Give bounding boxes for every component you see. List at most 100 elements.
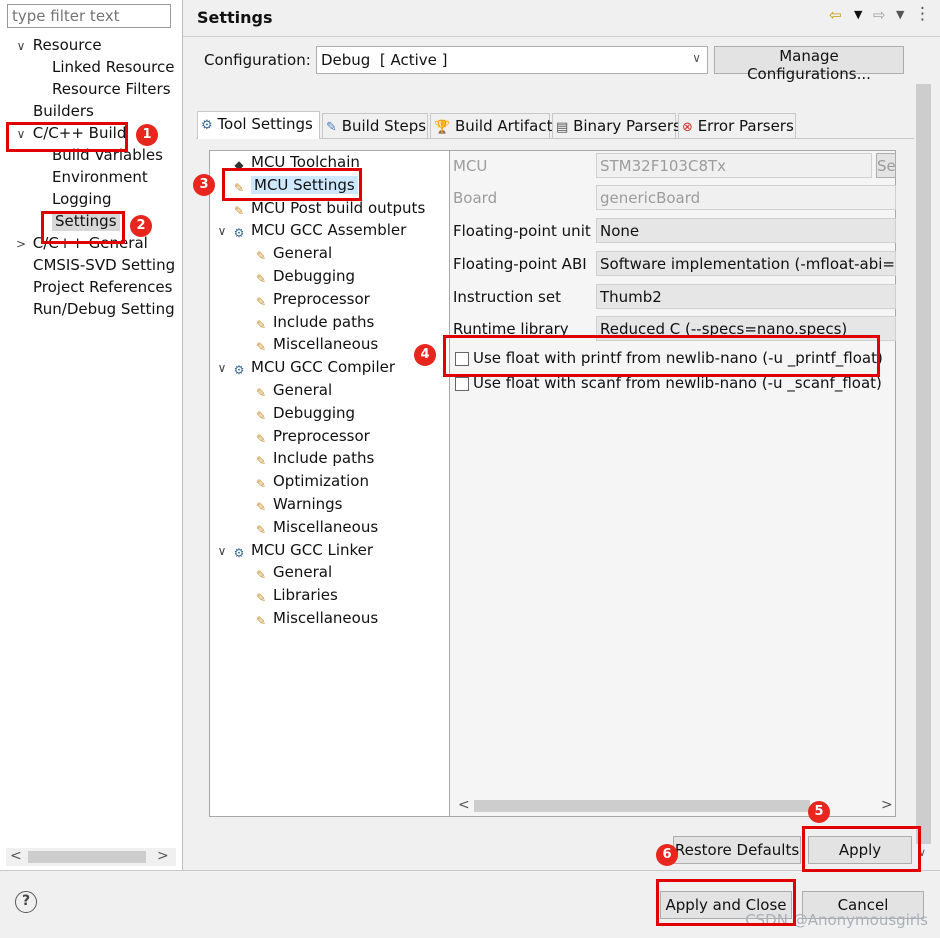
filter-input[interactable] [7, 4, 171, 28]
printf-float-checkbox[interactable] [455, 352, 469, 366]
tab-build-artifact[interactable]: 🏆 Build Artifact [430, 113, 552, 138]
back-menu-icon[interactable]: ▼ [854, 8, 862, 21]
forward-arrow-icon[interactable]: ⇨ [873, 6, 886, 24]
tree-item[interactable]: ✎ Preprocessor [213, 288, 447, 311]
tree-item[interactable]: ✎ Miscellaneous [213, 607, 447, 630]
nav-item-builders[interactable]: Builders [14, 100, 179, 122]
scroll-right-icon[interactable]: > [157, 848, 169, 864]
nav-item-environment[interactable]: Environment [14, 166, 179, 188]
tree-item[interactable]: ✎ General [213, 242, 447, 265]
chevron-down-icon[interactable]: ∨ [14, 35, 28, 57]
forward-menu-icon[interactable]: ▼ [896, 8, 904, 21]
page-header: Settings ⇦ ▼ ⇨ ▼ ⋮ [183, 0, 940, 37]
tree-item[interactable]: ✎ General [213, 561, 447, 584]
configuration-label: Configuration: [204, 51, 311, 69]
chevron-down-icon[interactable]: ∨ [213, 357, 231, 380]
back-arrow-icon[interactable]: ⇦ [829, 6, 842, 24]
chip-icon: ◆ [234, 158, 244, 172]
tree-item[interactable]: ✎ General [213, 379, 447, 402]
tree-item[interactable]: ✎ Include paths [213, 311, 447, 334]
scroll-left-icon[interactable]: < [458, 797, 470, 813]
chevron-down-icon[interactable]: ∨ [213, 540, 231, 563]
view-menu-icon[interactable]: ⋮ [914, 4, 931, 24]
chevron-down-icon[interactable]: ∨ [213, 220, 231, 243]
annotation-badge: 5 [808, 801, 830, 823]
wrench-icon: ✎ [233, 203, 245, 218]
wrench-icon: ✎ [255, 249, 267, 264]
manage-configurations-button[interactable]: Manage Configurations... [714, 46, 904, 83]
runtime-library-select[interactable]: Reduced C (--specs=nano.specs) [596, 316, 896, 341]
tab-build-steps[interactable]: ✎ Build Steps [322, 113, 428, 138]
scanf-float-checkbox[interactable] [455, 377, 469, 391]
configuration-select[interactable]: Debug [ Active ] ∨ [316, 46, 708, 74]
nav-item-logging[interactable]: Logging [14, 188, 179, 210]
tree-item[interactable]: ✎ Debugging [213, 265, 447, 288]
float-abi-select[interactable]: Software implementation (-mfloat-abi=so [596, 251, 896, 276]
nav-item-settings[interactable]: Settings [14, 210, 179, 232]
document-icon: ▤ [556, 120, 569, 135]
board-field: genericBoard [596, 185, 896, 210]
wrench-icon: ✎ [255, 271, 267, 286]
runtime-library-label: Runtime library [453, 320, 569, 338]
nav-horizontal-scrollbar[interactable]: < > [6, 848, 176, 866]
float-abi-label: Floating-point ABI [453, 255, 587, 273]
nav-item-linked-resource[interactable]: Linked Resource [14, 56, 179, 78]
tab-binary-parsers[interactable]: ▤ Binary Parsers [552, 113, 681, 138]
page-title: Settings [197, 8, 273, 27]
tree-item[interactable]: ∨ ⚙ MCU GCC Compiler [213, 356, 447, 379]
wrench-icon: ✎ [255, 317, 267, 332]
instruction-set-label: Instruction set [453, 288, 561, 306]
tree-item[interactable]: ✎ Miscellaneous [213, 516, 447, 539]
error-icon: ⊗ [682, 120, 693, 135]
apply-button[interactable]: Apply [808, 836, 912, 864]
instruction-set-select[interactable]: Thumb2 [596, 284, 896, 309]
nav-item-build-variables[interactable]: Build Variables [14, 144, 179, 166]
nav-item-project-references[interactable]: Project References [14, 276, 179, 298]
tree-item[interactable]: ∨ ⚙ MCU GCC Linker [213, 539, 447, 562]
wrench-icon: ✎ [255, 568, 267, 583]
wrench-icon: ✎ [255, 613, 267, 628]
tree-item[interactable]: ✎ MCU Settings [213, 174, 447, 197]
wrench-icon: ✎ [255, 591, 267, 606]
tree-item[interactable]: ∨ ⚙ MCU GCC Assembler [213, 219, 447, 242]
page-vertical-scrollbar[interactable]: ∨ [914, 40, 934, 866]
nav-item-run-debug[interactable]: Run/Debug Setting [14, 298, 179, 320]
tab-error-parsers[interactable]: ⊗ Error Parsers [678, 113, 796, 138]
chevron-right-icon[interactable]: > [14, 233, 28, 255]
tab-tool-settings[interactable]: ⚙ Tool Settings [197, 111, 320, 139]
fpu-select[interactable]: None [596, 218, 896, 243]
scroll-down-icon[interactable]: ∨ [918, 846, 926, 859]
scroll-right-icon[interactable]: > [881, 797, 893, 813]
wrench-icon: ✎ [326, 120, 337, 135]
wrench-icon: ✎ [255, 454, 267, 469]
wrench-icon: ✎ [255, 431, 267, 446]
nav-item-resource[interactable]: ∨ Resource [14, 34, 179, 56]
tree-list: ◆ MCU Toolchain ✎ MCU Settings ✎ MCU Post bui… [213, 151, 447, 630]
nav-item-cmsis-svd[interactable]: CMSIS-SVD Setting [14, 254, 179, 276]
tree-item[interactable]: ✎ Libraries [213, 584, 447, 607]
scroll-left-icon[interactable]: < [10, 848, 22, 864]
scrollbar-thumb[interactable] [28, 851, 146, 863]
tree-item[interactable]: ◆ MCU Toolchain [213, 151, 447, 174]
nav-item-resource-filters[interactable]: Resource Filters [14, 78, 179, 100]
tree-item[interactable]: ✎ Include paths [213, 447, 447, 470]
tree-item[interactable]: ✎ Preprocessor [213, 425, 447, 448]
chevron-down-icon[interactable]: ∨ [692, 51, 701, 65]
tree-item[interactable]: ✎ Miscellaneous [213, 333, 447, 356]
help-icon[interactable]: ? [15, 891, 37, 913]
wrench-icon: ✎ [255, 522, 267, 537]
chevron-down-icon[interactable]: ∨ [14, 123, 28, 145]
tools-icon: ⚙ [201, 118, 213, 133]
tool-settings-tree: ◆ MCU Toolchain ✎ MCU Settings ✎ MCU Post bui… [209, 150, 450, 817]
annotation-badge: 4 [414, 344, 436, 366]
tree-item[interactable]: ✎ MCU Post build outputs [213, 197, 447, 220]
tree-item[interactable]: ✎ Debugging [213, 402, 447, 425]
scrollbar-thumb[interactable] [474, 800, 810, 812]
restore-defaults-button[interactable]: Restore Defaults [673, 836, 801, 864]
wrench-icon: ✎ [255, 408, 267, 423]
tree-item[interactable]: ✎ Optimization [213, 470, 447, 493]
nav-item-cpp-general[interactable]: > C/C++ General [14, 232, 179, 254]
tree-item[interactable]: ✎ Warnings [213, 493, 447, 516]
scrollbar-thumb[interactable] [916, 84, 931, 844]
gear-icon: ⚙ [233, 545, 245, 560]
